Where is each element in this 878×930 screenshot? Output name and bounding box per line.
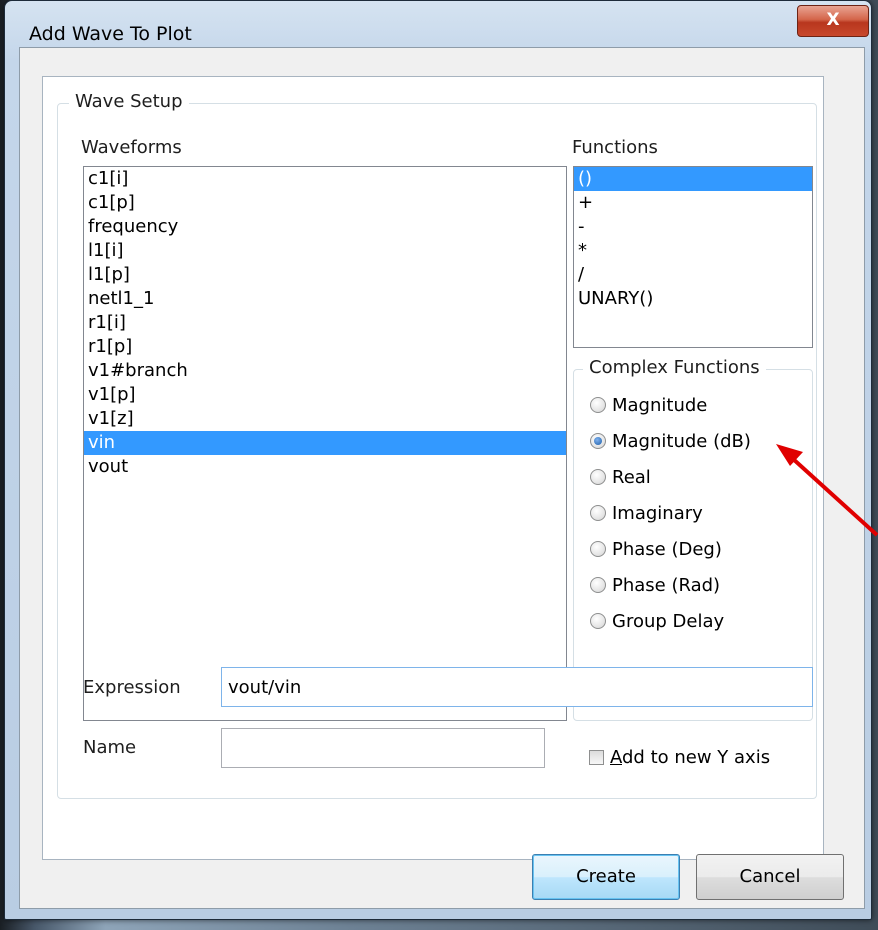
annotation-arrow-shaft [790, 456, 878, 537]
annotation-arrow [776, 444, 878, 537]
